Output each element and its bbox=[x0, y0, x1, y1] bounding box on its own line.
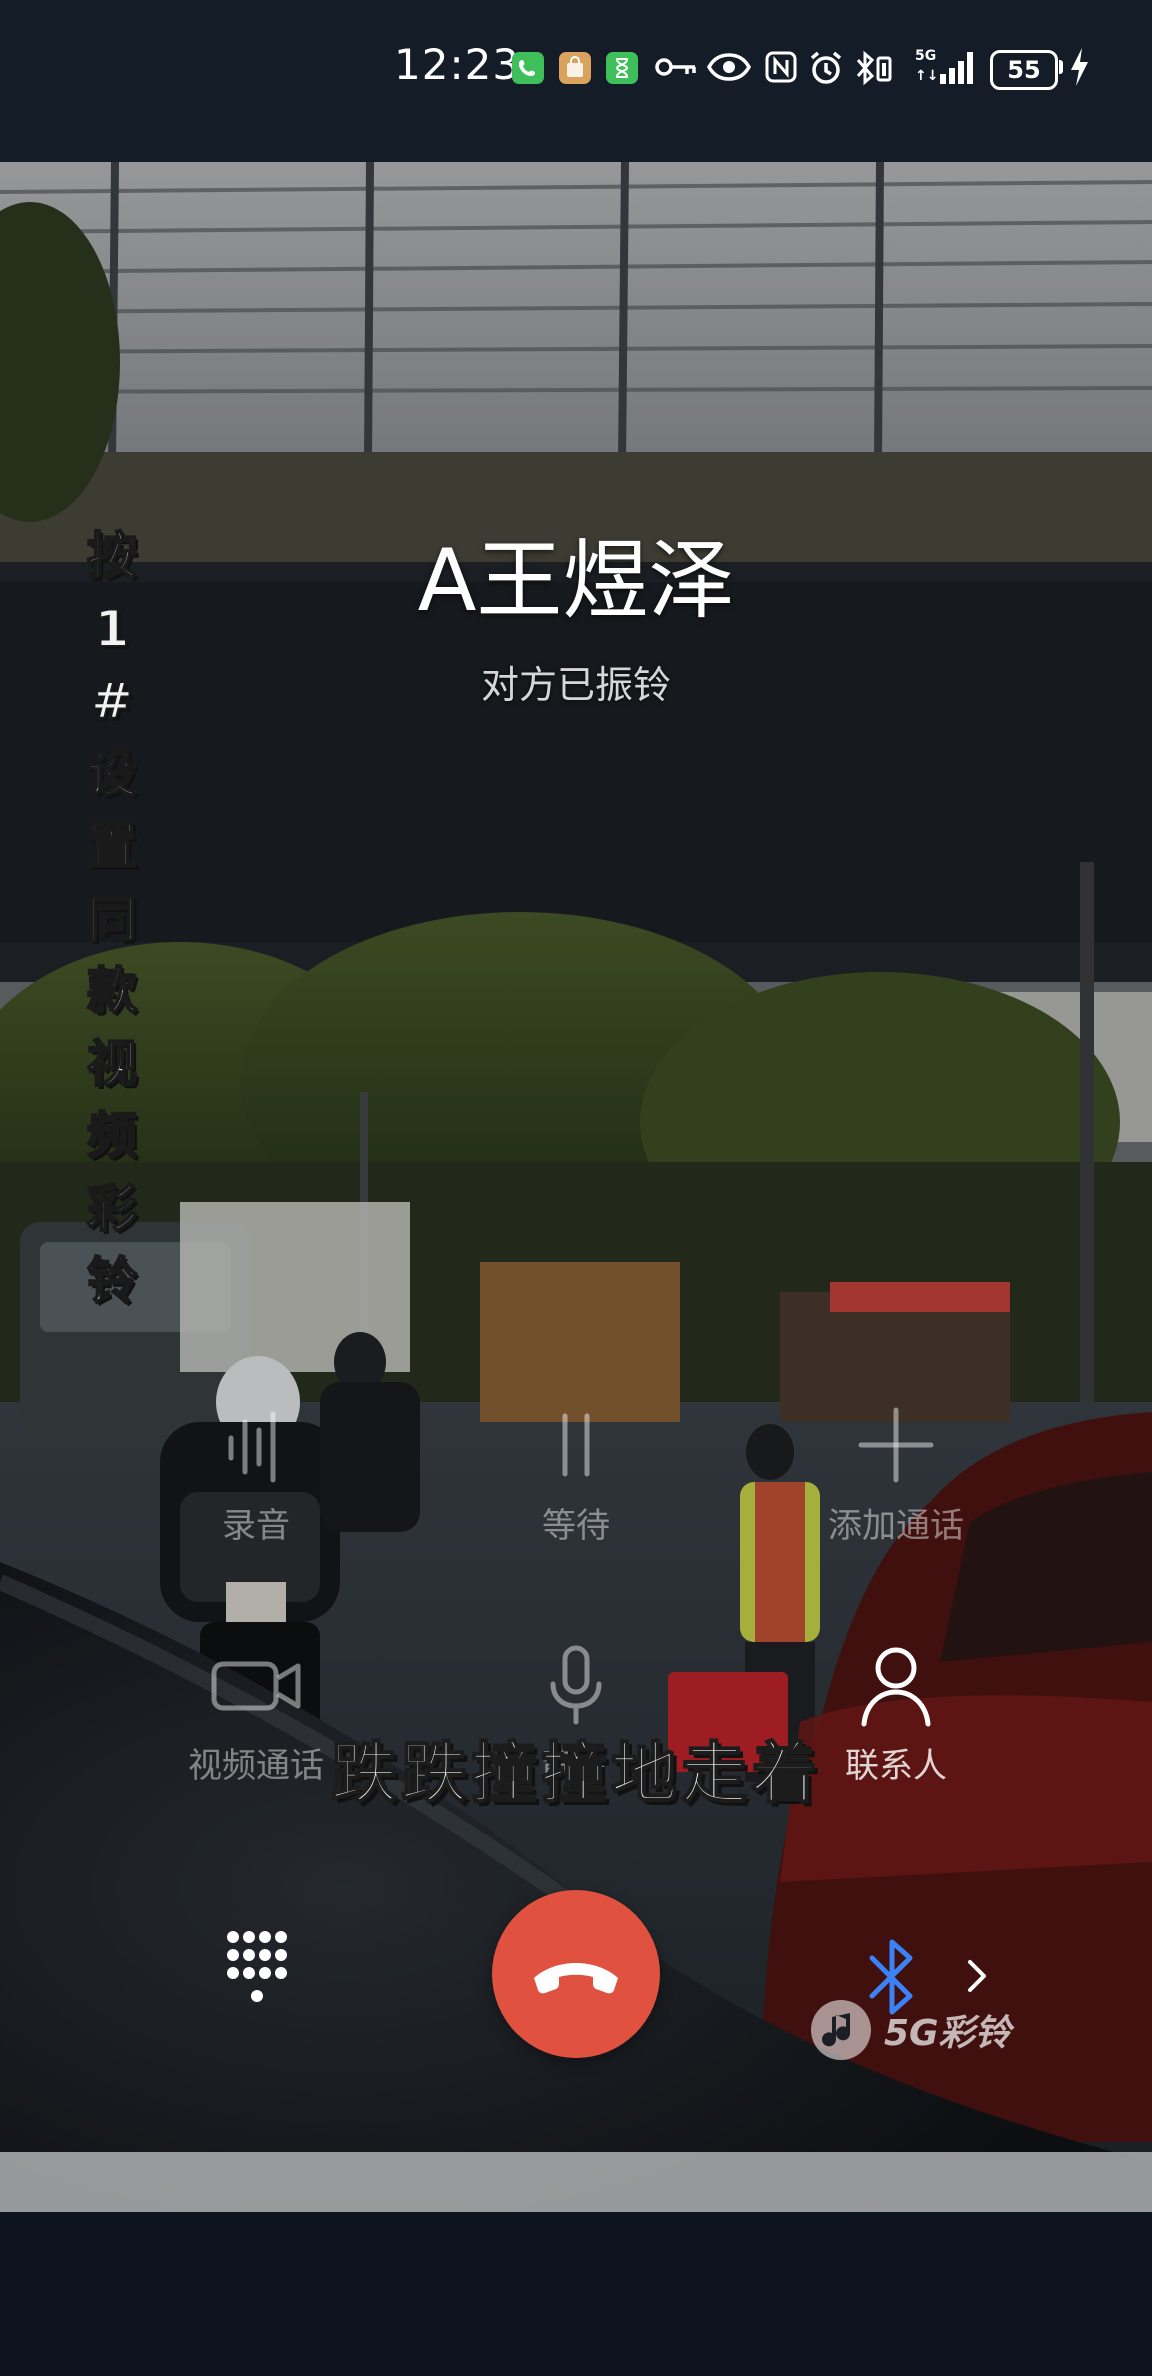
brand-text: 5G彩铃 bbox=[884, 2013, 1011, 2054]
alarm-icon bbox=[808, 50, 844, 90]
pause-icon bbox=[562, 1413, 590, 1477]
bluetooth-battery-icon bbox=[854, 50, 894, 90]
end-call-button[interactable] bbox=[492, 1890, 660, 2058]
add-call-label: 添加通话 bbox=[828, 1506, 964, 1546]
hourglass-icon bbox=[606, 52, 638, 84]
hold-button[interactable]: 等待 bbox=[456, 1400, 696, 1547]
waveform-icon bbox=[228, 1411, 276, 1483]
shopping-bag-icon bbox=[559, 52, 591, 84]
person-icon bbox=[861, 1647, 931, 1727]
hang-up-icon bbox=[534, 1963, 618, 1994]
plus-icon bbox=[858, 1407, 934, 1483]
status-time: 12:23 bbox=[394, 40, 521, 89]
record-button[interactable]: 录音 bbox=[136, 1400, 376, 1547]
charging-icon bbox=[1068, 46, 1090, 92]
add-call-button[interactable]: 添加通话 bbox=[776, 1400, 1016, 1547]
caller-name: A王煜泽 bbox=[417, 531, 735, 631]
phone-app-icon bbox=[512, 52, 544, 84]
music-note-icon bbox=[811, 2000, 871, 2060]
network-label: 5G bbox=[915, 48, 936, 64]
ringtone-promo-vertical-text: 按 1 # 设 置 同 款 视 频 彩 铃 bbox=[86, 526, 138, 1311]
key-icon bbox=[654, 50, 698, 88]
dialpad-button[interactable] bbox=[224, 1928, 290, 2014]
dialpad-icon bbox=[227, 1931, 287, 2002]
battery-level: 55 bbox=[990, 50, 1058, 90]
svg-text:↑↓: ↑↓ bbox=[915, 68, 938, 84]
hold-label: 等待 bbox=[542, 1506, 610, 1546]
eye-icon bbox=[706, 50, 752, 88]
microphone-icon bbox=[550, 1645, 602, 1725]
ringtone-lyric: 跌跌撞撞地走着 bbox=[330, 1734, 821, 1813]
status-bar: 12:23 5G ↑↓ 55 bbox=[0, 0, 1152, 162]
5g-ringtone-logo: 5G彩铃 bbox=[806, 1990, 1046, 2070]
nfc-icon bbox=[764, 50, 798, 88]
navigation-area bbox=[0, 2212, 1152, 2376]
record-label: 录音 bbox=[222, 1506, 290, 1546]
call-status: 对方已振铃 bbox=[480, 663, 671, 707]
signal-5g-icon: 5G ↑↓ bbox=[914, 46, 980, 92]
call-screen: 12:23 5G ↑↓ 55 A王煜泽 对方已振铃 按 1 # 设 置 同 款 … bbox=[0, 0, 1152, 2376]
video-camera-icon bbox=[211, 1661, 301, 1711]
battery-tip bbox=[1059, 60, 1063, 74]
